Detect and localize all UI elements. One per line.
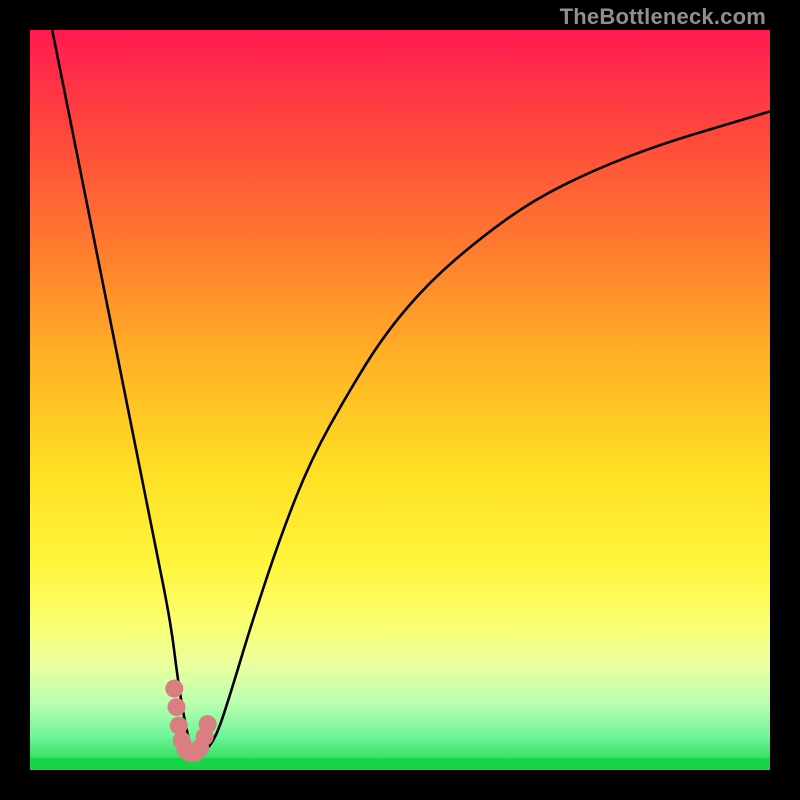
frame-bottom xyxy=(0,770,800,800)
gradient-background xyxy=(30,30,770,770)
marker-dot xyxy=(199,715,217,733)
marker-dot xyxy=(170,717,188,735)
marker-dot xyxy=(165,680,183,698)
green-baseline xyxy=(30,758,770,770)
watermark-text: TheBottleneck.com xyxy=(560,4,766,30)
frame-left xyxy=(0,0,30,800)
bottleneck-chart xyxy=(0,0,800,800)
frame-right xyxy=(770,0,800,800)
marker-dot xyxy=(168,698,186,716)
